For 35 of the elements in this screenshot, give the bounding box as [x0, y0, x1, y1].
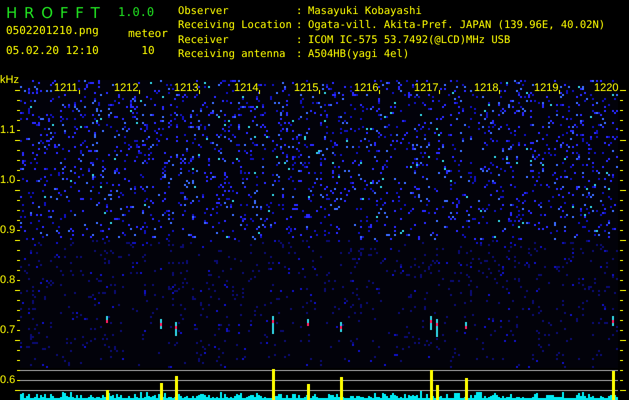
axis-unit: kHz: [0, 74, 19, 86]
info-value: Masayuki Kobayashi: [308, 5, 423, 19]
time-label: 1217: [414, 82, 438, 94]
info-separator: :: [296, 5, 304, 19]
time-label: 1215: [294, 82, 318, 94]
date-time: 05.02.20 12:10: [6, 44, 100, 56]
axis-label: 0.6: [0, 374, 16, 386]
version-label: 1.0.0: [118, 5, 156, 19]
info-label: Receiving Location: [178, 19, 293, 34]
file-name: 0502201210.png: [6, 24, 100, 36]
time-label: 1216: [354, 82, 378, 94]
counter-value: 10: [140, 44, 156, 56]
axis-label: 0.8: [0, 274, 16, 286]
info-label: Observer: [178, 5, 230, 19]
info-label: Receiving antenna: [178, 48, 286, 62]
axis-label: 1.1: [0, 124, 16, 136]
time-label: 1213: [174, 82, 198, 94]
axis-label: 0.9: [0, 224, 16, 236]
axis-label: 1.0: [0, 174, 16, 186]
info-label: Receiver: [178, 34, 230, 48]
info-separator: :: [296, 34, 304, 48]
info-value: ICOM IC-575 53.7492(@LCD)MHz USB: [308, 34, 512, 48]
info-value: Ogata-vill. Akita-Pref. JAPAN (139.96E, 40.02N): [308, 19, 606, 34]
counter-label: meteor: [127, 27, 169, 40]
time-label: 1211: [54, 82, 78, 94]
axis-label: 0.7: [0, 324, 16, 336]
info-separator: :: [296, 19, 304, 34]
info-separator: :: [296, 48, 304, 62]
time-label: 1219: [534, 82, 558, 94]
time-label: 1212: [114, 82, 138, 94]
time-label: 1218: [474, 82, 498, 94]
app-name: H R O F F T: [6, 4, 102, 20]
time-label: 1220: [594, 82, 618, 94]
time-label: 1214: [234, 82, 258, 94]
info-value: A504HB(yagi 4el): [308, 48, 410, 62]
